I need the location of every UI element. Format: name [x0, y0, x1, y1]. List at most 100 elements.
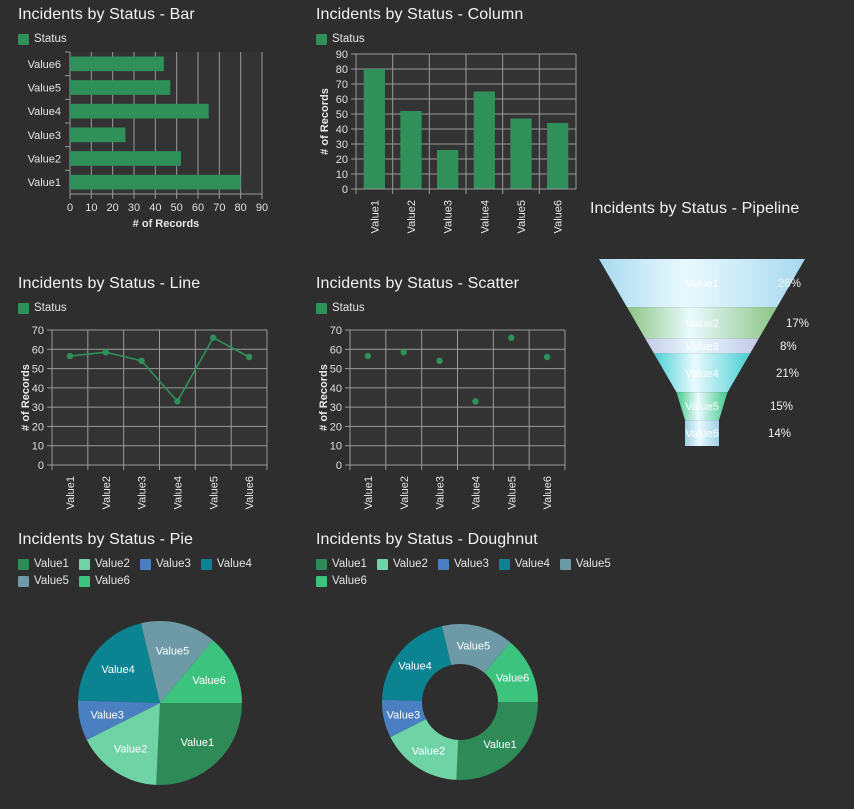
- legend-label: Value4: [514, 558, 550, 570]
- legend-label: Value4: [216, 558, 252, 570]
- y-axis-title: # of Records: [319, 88, 331, 155]
- bar[interactable]: [70, 80, 171, 95]
- x-tick-label: 70: [213, 202, 225, 214]
- panel-bar: Incidents by Status - Bar Status 0 10 20 30…: [18, 6, 298, 230]
- legend-label: Value6: [332, 575, 367, 587]
- x-category-label: Value2: [406, 200, 418, 233]
- y-tick-label: 30: [330, 402, 342, 414]
- legend-item-value2[interactable]: Value2: [376, 556, 428, 573]
- data-point[interactable]: [508, 334, 515, 341]
- legend-item-value3[interactable]: Value3: [139, 556, 191, 573]
- legend-swatch: [18, 576, 29, 587]
- data-point[interactable]: [400, 348, 407, 356]
- legend-swatch: [139, 559, 151, 570]
- pie-slice-label: Value6: [192, 675, 225, 687]
- bar[interactable]: [70, 174, 241, 190]
- x-category-label: Value5: [208, 476, 220, 509]
- bar[interactable]: [70, 151, 181, 166]
- legend-item-value4[interactable]: Value4: [200, 556, 252, 573]
- chart-line[interactable]: 0 10 20 30 40 50 60 70 Value1 Value2 Value3 Value4 V…: [18, 317, 298, 512]
- bar[interactable]: [70, 103, 209, 119]
- pie-slice-label: Value4: [398, 660, 431, 672]
- data-point[interactable]: [66, 352, 74, 360]
- legend-item-value5[interactable]: Value5: [18, 573, 69, 590]
- legend-swatch: [559, 559, 571, 570]
- data-point[interactable]: [364, 352, 372, 360]
- bar[interactable]: [363, 69, 385, 189]
- chart-bar[interactable]: 0 10 20 30 40 50 60 70 80 90 Value6 Value5 Value4 Val…: [18, 48, 298, 230]
- legend-swatch: [78, 576, 90, 587]
- chart-pie[interactable]: Value1 Value2 Value3 Value4 Value5 Value6: [18, 590, 308, 790]
- x-category-label: Value2: [101, 476, 113, 509]
- data-point[interactable]: [174, 398, 181, 405]
- x-category-label: Value5: [516, 200, 528, 233]
- bar[interactable]: [400, 111, 422, 189]
- y-tick-label: 0: [342, 184, 348, 196]
- data-point[interactable]: [245, 353, 253, 361]
- legend-item-value1[interactable]: Value1: [18, 556, 69, 573]
- data-point[interactable]: [472, 398, 479, 405]
- legend-label-status: Status: [34, 33, 67, 45]
- legend-item-status[interactable]: Status: [316, 31, 365, 48]
- legend-item-status[interactable]: Status: [18, 300, 67, 317]
- y-category-label: Value4: [28, 106, 61, 118]
- data-point[interactable]: [210, 334, 217, 341]
- chart-doughnut[interactable]: Value1 Value2 Value3 Value4 Value5 Value6: [316, 590, 616, 790]
- y-tick-label: 60: [32, 344, 44, 356]
- legend-label-status: Status: [332, 302, 365, 314]
- x-tick-label: 30: [128, 202, 140, 214]
- legend-item-value5[interactable]: Value5: [559, 556, 611, 573]
- plot-area: [70, 52, 262, 194]
- panel-pie: Incidents by Status - Pie Value1 Value2 Va…: [18, 531, 308, 790]
- legend-swatch: [200, 559, 212, 570]
- y-tick-label: 20: [330, 421, 342, 433]
- y-axis-title: # of Records: [20, 364, 32, 431]
- data-point[interactable]: [138, 357, 145, 365]
- x-category-label: Value6: [244, 476, 256, 509]
- legend-swatch: [18, 559, 29, 570]
- x-category-label: Value4: [479, 200, 491, 233]
- bar[interactable]: [510, 118, 532, 190]
- legend-item-value3[interactable]: Value3: [437, 556, 489, 573]
- x-category-label: Value6: [553, 200, 565, 233]
- x-category-label: Value4: [470, 476, 482, 509]
- bar[interactable]: [70, 56, 164, 72]
- legend-pie: Value1 Value2 Value3 Value4 Value5 Value6: [18, 556, 308, 590]
- chart-pipeline[interactable]: Value1 26% Value2 17% Value3 8% Value4 21% Value…: [590, 218, 854, 458]
- legend-label: Value3: [453, 558, 489, 570]
- y-tick-label: 20: [336, 154, 348, 166]
- chart-title-line: Incidents by Status - Line: [18, 275, 201, 292]
- y-tick-label: 90: [336, 49, 348, 61]
- y-tick-label: 40: [336, 124, 348, 136]
- bar[interactable]: [547, 123, 569, 189]
- data-point[interactable]: [102, 348, 109, 356]
- bar[interactable]: [473, 91, 495, 190]
- y-tick-label: 80: [336, 64, 348, 76]
- chart-scatter[interactable]: 0 10 20 30 40 50 60 70 Value1 Value2 Value3 Value4 V…: [316, 317, 596, 512]
- legend-item-status[interactable]: Status: [316, 300, 365, 317]
- legend-item-value1[interactable]: Value1: [316, 556, 367, 573]
- y-tick-label: 20: [32, 421, 44, 433]
- legend-swatch-status: [18, 303, 29, 314]
- panel-doughnut: Incidents by Status - Doughnut Value1 Val…: [316, 531, 616, 790]
- y-tick-label: 70: [336, 79, 348, 91]
- legend-item-value6[interactable]: Value6: [78, 573, 130, 590]
- x-tick-label: 10: [85, 202, 97, 214]
- legend-item-value2[interactable]: Value2: [78, 556, 130, 573]
- x-category-label: Value1: [65, 476, 77, 509]
- legend-item-value6[interactable]: Value6: [316, 573, 367, 590]
- chart-title-pie: Incidents by Status - Pie: [18, 531, 194, 548]
- bar[interactable]: [70, 127, 126, 143]
- data-point[interactable]: [543, 353, 551, 361]
- chart-column[interactable]: 0 10 20 30 40 50 60 70 80 90 Value1 Value2 Value3 Val…: [316, 48, 596, 238]
- pie-slice-label: Value3: [90, 710, 123, 722]
- funnel-percent-label: 26%: [778, 278, 801, 290]
- legend-swatch-status: [316, 303, 327, 314]
- y-tick-label: 40: [330, 383, 342, 395]
- x-tick-label: 20: [107, 202, 119, 214]
- legend-doughnut: Value1 Value2 Value3 Value4 Value5 Value6: [316, 556, 616, 590]
- bar[interactable]: [437, 150, 459, 189]
- legend-item-value4[interactable]: Value4: [498, 556, 550, 573]
- data-point[interactable]: [436, 357, 443, 365]
- legend-item-status[interactable]: Status: [18, 31, 67, 48]
